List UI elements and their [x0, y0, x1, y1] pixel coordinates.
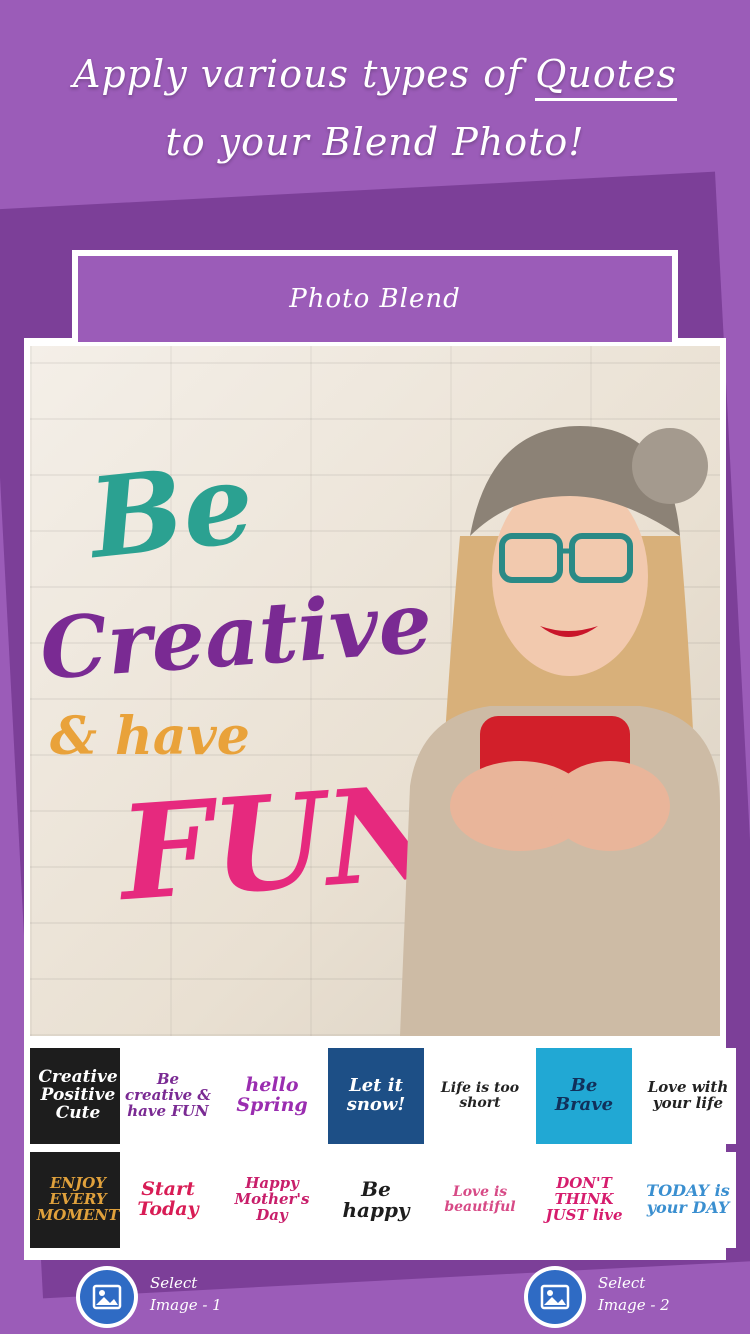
thumb-text: hello Spring [236, 1074, 308, 1116]
woman-illustration [400, 426, 720, 1036]
select-image-1-line-2: Image - 1 [150, 1296, 222, 1314]
thumb-dont-think[interactable]: DON'T THINK JUST live [536, 1152, 632, 1248]
app-bar-inner: Photo Blend [78, 256, 672, 342]
select-image-1-line-1: Select [150, 1274, 198, 1292]
select-image-1-button[interactable]: Select Image - 1 [76, 1266, 222, 1328]
app-bar-title: Photo Blend [289, 284, 461, 314]
thumb-start-today[interactable]: Start Today [120, 1152, 216, 1248]
thumb-today-your-day[interactable]: TODAY is your DAY [640, 1152, 736, 1248]
bottom-bar: Select Image - 1 Select Image - 2 [0, 1262, 750, 1334]
thumb-love-life[interactable]: Love with your life [640, 1048, 736, 1144]
headline-line-1: Apply various types of Quotes [0, 40, 750, 108]
select-image-2-circle [524, 1266, 586, 1328]
thumb-text: Be Brave [554, 1075, 614, 1115]
thumb-text: Let it snow! [346, 1075, 406, 1115]
thumb-text: Creative Positive Cute [38, 1067, 118, 1123]
thumb-text: ENJOY EVERY MOMENT [36, 1174, 120, 1224]
select-image-1-label: Select Image - 1 [150, 1272, 222, 1316]
thumb-enjoy-moment[interactable]: ENJOY EVERY MOMENT [30, 1152, 126, 1248]
thumb-be-creative[interactable]: Be creative & have FUN [120, 1048, 216, 1144]
select-image-2-button[interactable]: Select Image - 2 [524, 1266, 670, 1328]
thumb-text: Life is too short [440, 1080, 520, 1111]
headline-prefix: Apply various types of [72, 52, 536, 96]
thumb-text: Love is beautiful [444, 1184, 516, 1215]
image-icon [80, 1270, 134, 1324]
image-icon [528, 1270, 582, 1324]
thumb-mothers-day[interactable]: Happy Mother's Day [224, 1152, 320, 1248]
quote-have: & have [50, 706, 250, 767]
thumb-text: DON'T THINK JUST live [545, 1174, 623, 1224]
thumb-love-beautiful[interactable]: Love is beautiful [432, 1152, 528, 1248]
select-image-2-line-2: Image - 2 [598, 1296, 670, 1314]
thumb-text: Be creative & have FUN [125, 1070, 211, 1120]
headline: Apply various types of Quotes to your Bl… [0, 40, 750, 176]
thumb-hello-spring[interactable]: hello Spring [224, 1048, 320, 1144]
thumb-text: TODAY is your DAY [646, 1181, 730, 1217]
headline-line-2: to your Blend Photo! [165, 120, 585, 164]
headline-highlight: Quotes [535, 52, 678, 101]
blend-photo[interactable]: Be Creative & have FUN [30, 346, 720, 1036]
thumb-be-happy[interactable]: Be happy [328, 1152, 424, 1248]
thumb-let-it-snow[interactable]: Let it snow! [328, 1048, 424, 1144]
thumb-life-short[interactable]: Life is too short [432, 1048, 528, 1144]
app-bar: Photo Blend [72, 250, 678, 342]
thumb-creative-positive[interactable]: Creative Positive Cute [30, 1048, 126, 1144]
thumb-text: Love with your life [647, 1078, 729, 1112]
select-image-1-circle [76, 1266, 138, 1328]
thumb-text: Be happy [342, 1177, 410, 1222]
select-image-2-label: Select Image - 2 [598, 1272, 670, 1316]
quote-be: Be [83, 437, 260, 584]
select-image-2-line-1: Select [598, 1274, 646, 1292]
thumb-text: Start Today [137, 1178, 199, 1220]
thumb-be-brave[interactable]: Be Brave [536, 1048, 632, 1144]
thumb-text: Happy Mother's Day [234, 1174, 310, 1224]
quote-thumbnails: Creative Positive Cute Be creative & hav… [30, 1048, 736, 1248]
